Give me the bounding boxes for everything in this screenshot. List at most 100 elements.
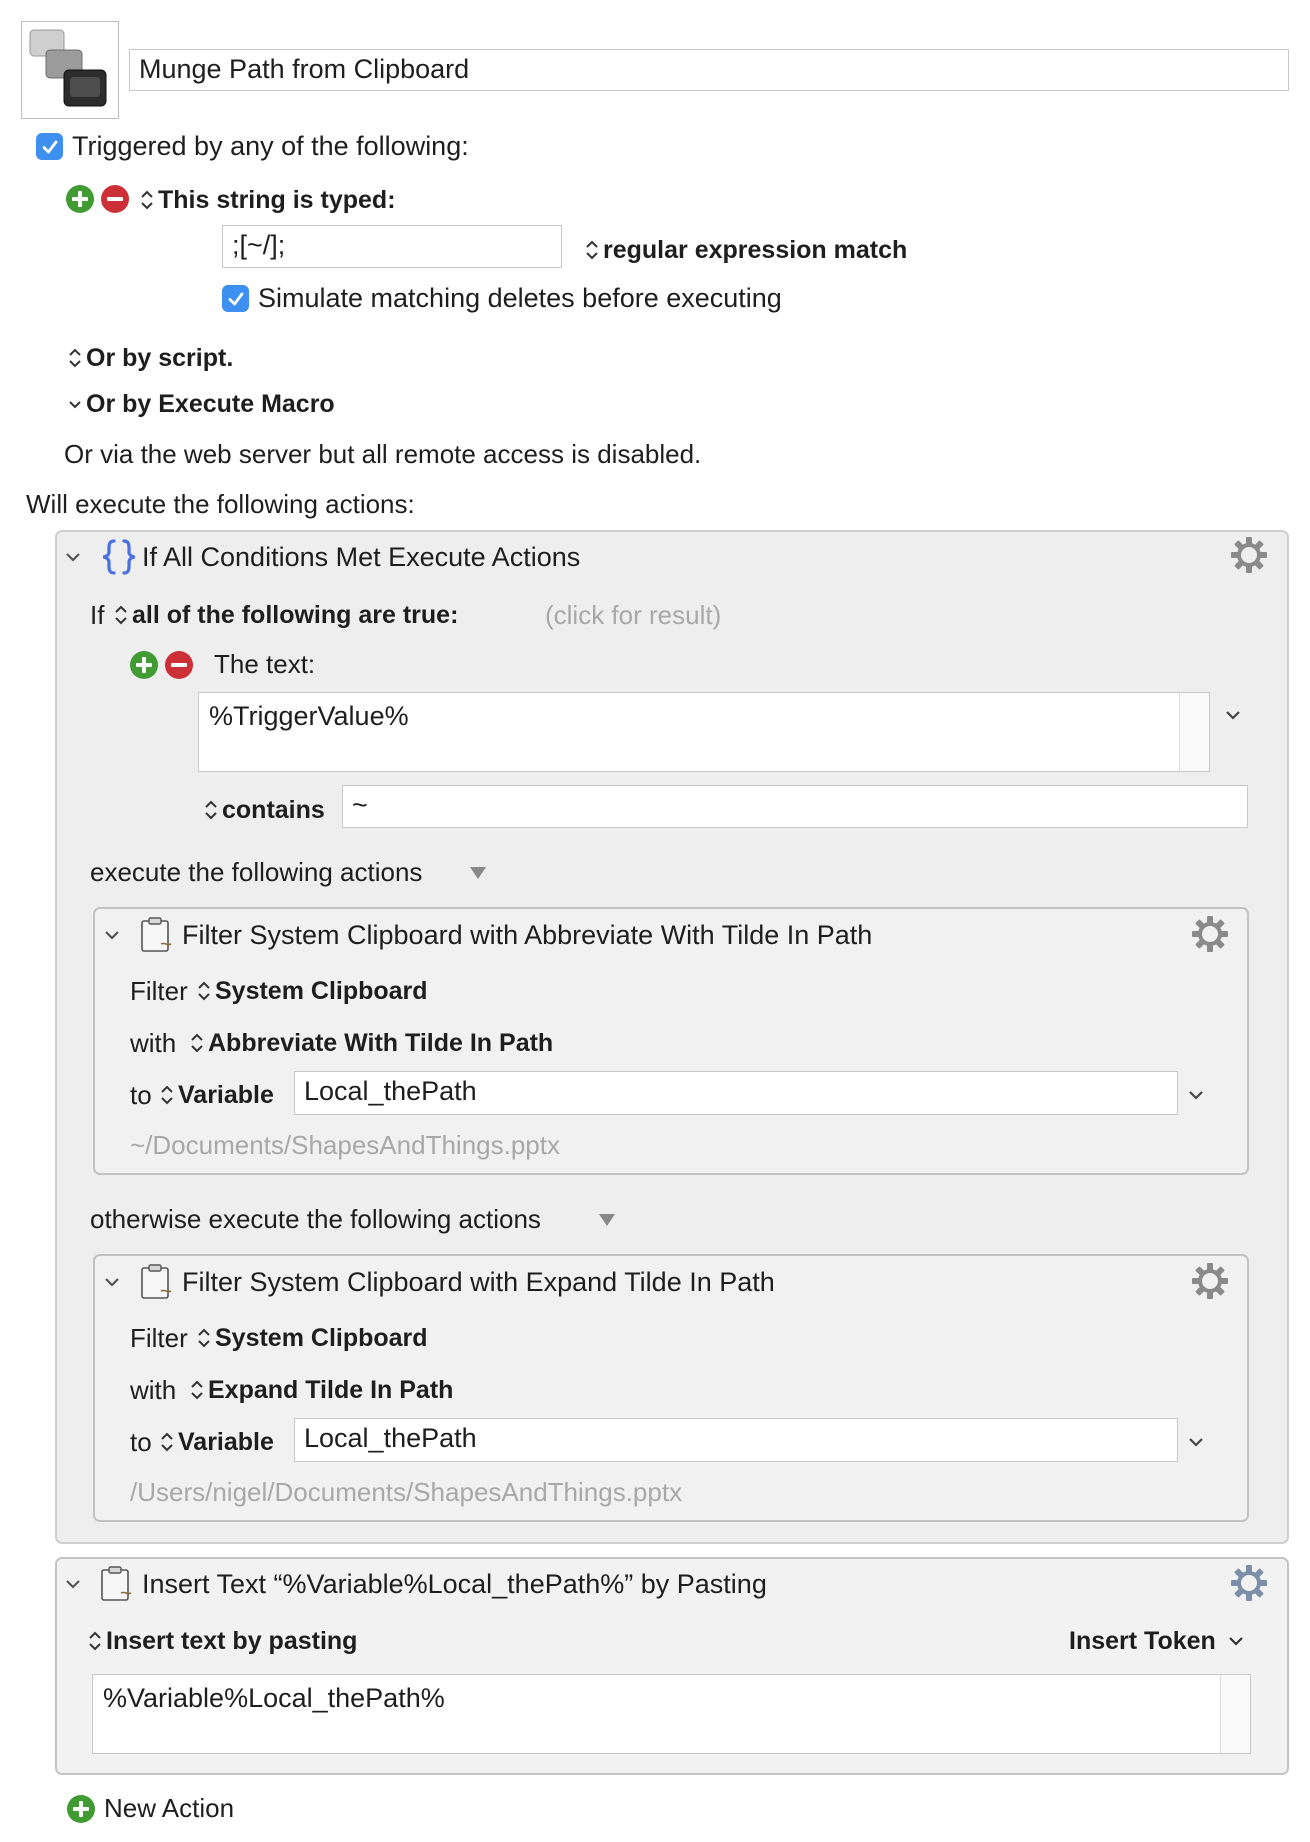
insert-token-label: Insert Token <box>1069 1627 1216 1655</box>
updown-icon <box>141 190 153 210</box>
add-trigger-button[interactable] <box>66 185 94 213</box>
simulate-deletes-checkbox[interactable] <box>222 285 249 312</box>
with-label: with <box>130 1375 177 1405</box>
click-for-result-link[interactable]: (click for result) <box>545 600 721 631</box>
add-condition-button[interactable] <box>130 651 158 679</box>
filter-abbrev-title: Filter System Clipboard with Abbreviate … <box>182 920 873 950</box>
filter-type-selector[interactable]: Expand Tilde In Path <box>190 1376 453 1405</box>
insert-mode-selector[interactable]: Insert text by pasting <box>88 1627 357 1656</box>
triggered-checkbox[interactable] <box>36 133 63 160</box>
to-label: to <box>130 1080 152 1110</box>
new-action-button[interactable]: New Action <box>104 1793 234 1824</box>
then-actions-label: execute the following actions <box>90 857 423 887</box>
chevron-down-icon[interactable] <box>101 924 123 946</box>
gear-icon[interactable] <box>1190 914 1230 954</box>
filter-source-label: System Clipboard <box>215 977 428 1005</box>
gear-icon[interactable] <box>1229 1563 1269 1603</box>
if-action-title: If All Conditions Met Execute Actions <box>142 542 581 572</box>
operator-label: contains <box>222 796 325 824</box>
chevron-down-icon <box>1228 1637 1243 1646</box>
updown-icon <box>161 1085 173 1105</box>
macro-icon[interactable] <box>21 21 119 119</box>
match-mode-label: regular expression match <box>603 236 908 264</box>
chevron-down-icon[interactable] <box>1185 1431 1207 1453</box>
scrollbar[interactable] <box>1179 693 1209 771</box>
operator-selector[interactable]: contains <box>204 796 325 825</box>
chevron-down-icon[interactable] <box>1222 704 1244 726</box>
result-preview: ~/Documents/ShapesAndThings.pptx <box>130 1130 560 1160</box>
variable-name-field[interactable]: Local_thePath <box>294 1418 1178 1462</box>
web-server-note: Or via the web server but all remote acc… <box>64 439 702 469</box>
insert-text-title: Insert Text “%Variable%Local_thePath%” b… <box>142 1569 767 1599</box>
destination-type-selector[interactable]: Variable <box>160 1428 274 1457</box>
updown-icon <box>586 240 598 260</box>
filter-label: Filter <box>130 976 188 1006</box>
updown-icon <box>191 1033 203 1053</box>
condition-mode-selector[interactable]: all of the following are true: <box>114 601 458 630</box>
or-by-script-disclosure[interactable]: Or by script. <box>68 344 233 373</box>
updown-icon <box>198 981 210 1001</box>
updown-icon <box>198 1328 210 1348</box>
destination-type-selector[interactable]: Variable <box>160 1081 274 1110</box>
or-by-script-label: Or by script. <box>86 344 234 372</box>
simulate-deletes-label: Simulate matching deletes before executi… <box>258 283 782 313</box>
condition-type-label: The text: <box>214 649 316 679</box>
if-label: If <box>90 600 105 630</box>
filter-type-label: Abbreviate With Tilde In Path <box>208 1029 554 1057</box>
result-preview: /Users/nigel/Documents/ShapesAndThings.p… <box>130 1477 683 1507</box>
gear-icon[interactable] <box>1229 535 1269 575</box>
insert-text-field[interactable]: %Variable%Local_thePath% <box>92 1674 1251 1754</box>
condition-mode-label: all of the following are true: <box>132 601 459 629</box>
filter-source-selector[interactable]: System Clipboard <box>197 977 428 1006</box>
destination-type-label: Variable <box>178 1428 274 1456</box>
triangle-down-icon[interactable] <box>468 864 488 882</box>
filter-type-selector[interactable]: Abbreviate With Tilde In Path <box>190 1029 553 1058</box>
updown-icon <box>161 1432 173 1452</box>
chevron-down-icon[interactable] <box>62 1573 84 1595</box>
keyboard-maestro-macro-icon <box>29 29 107 107</box>
gear-icon[interactable] <box>1190 1261 1230 1301</box>
updown-icon <box>191 1380 203 1400</box>
macro-name-field[interactable]: Munge Path from Clipboard <box>129 49 1289 91</box>
with-label: with <box>130 1028 177 1058</box>
remove-trigger-button[interactable] <box>101 185 129 213</box>
remove-condition-button[interactable] <box>165 651 193 679</box>
chevron-down-icon[interactable] <box>1185 1084 1207 1106</box>
triangle-down-icon[interactable] <box>597 1211 617 1229</box>
or-by-execute-macro-disclosure[interactable]: Or by Execute Macro <box>68 390 335 419</box>
new-action-icon[interactable] <box>67 1795 95 1823</box>
chevron-down-icon[interactable] <box>62 546 84 568</box>
filter-type-label: Expand Tilde In Path <box>208 1376 454 1404</box>
insert-mode-label: Insert text by pasting <box>106 1627 358 1655</box>
insert-token-button[interactable]: Insert Token <box>1069 1627 1245 1656</box>
triggered-label: Triggered by any of the following: <box>72 131 469 161</box>
filter-label: Filter <box>130 1323 188 1353</box>
filter-source-selector[interactable]: System Clipboard <box>197 1324 428 1353</box>
scrollbar[interactable] <box>1220 1675 1250 1753</box>
clipboard-icon <box>101 1566 132 1601</box>
or-by-execute-macro-label: Or by Execute Macro <box>86 390 335 418</box>
trigger-type-selector[interactable]: This string is typed: <box>140 186 396 215</box>
chevron-down-icon[interactable] <box>101 1271 123 1293</box>
clipboard-icon <box>141 917 172 952</box>
destination-type-label: Variable <box>178 1081 274 1109</box>
clipboard-icon <box>141 1264 172 1299</box>
to-label: to <box>130 1427 152 1457</box>
condition-text-value: %TriggerValue% <box>209 701 409 731</box>
insert-text-value: %Variable%Local_thePath% <box>103 1683 445 1713</box>
checkmark-icon <box>228 292 243 305</box>
updown-icon <box>205 800 217 820</box>
filter-source-label: System Clipboard <box>215 1324 428 1352</box>
else-actions-label: otherwise execute the following actions <box>90 1204 541 1234</box>
variable-name-field[interactable]: Local_thePath <box>294 1071 1178 1115</box>
chevron-down-icon <box>69 401 81 409</box>
checkmark-icon <box>42 140 57 153</box>
match-mode-selector[interactable]: regular expression match <box>585 236 907 265</box>
updown-icon <box>115 605 127 625</box>
typed-string-field[interactable]: ;[~/]; <box>222 225 562 268</box>
trigger-type-label: This string is typed: <box>158 186 396 214</box>
operand-field[interactable]: ~ <box>342 785 1248 828</box>
condition-text-field[interactable]: %TriggerValue% <box>198 692 1210 772</box>
actions-header: Will execute the following actions: <box>26 489 415 519</box>
updown-icon <box>89 1631 101 1651</box>
